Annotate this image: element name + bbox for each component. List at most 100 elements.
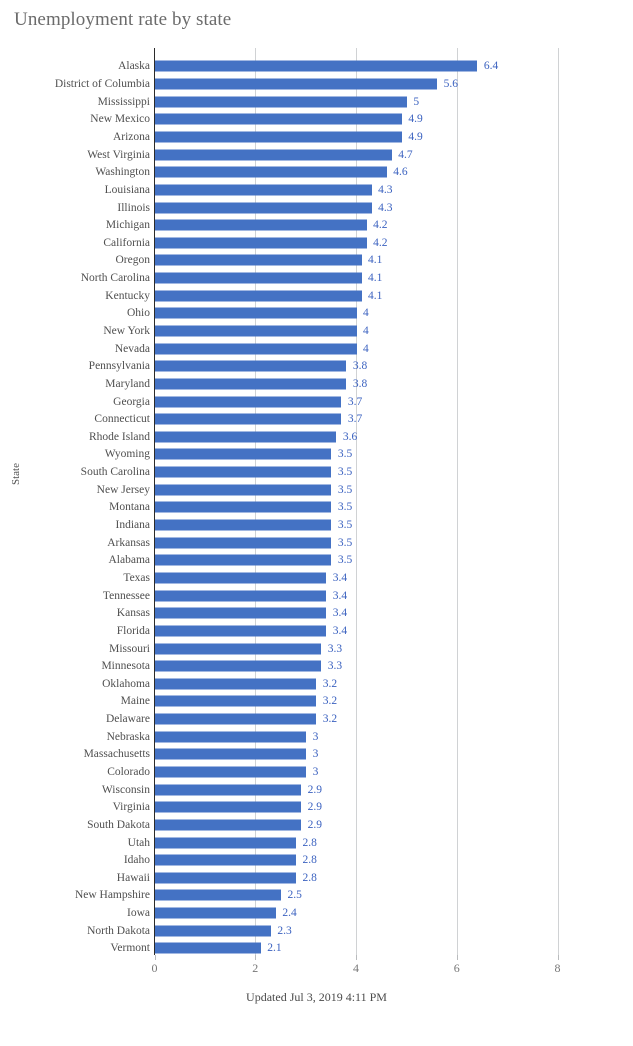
bar-row[interactable]: Rhode Island 3.6 [0,428,633,446]
bar-row[interactable]: Missouri 3.3 [0,640,633,658]
bar-row[interactable]: Vermont 2.1 [0,940,633,958]
bar[interactable] [155,184,372,196]
bar[interactable] [155,325,357,337]
bar[interactable] [155,660,322,672]
bar-row[interactable]: Virginia 2.9 [0,798,633,816]
bar[interactable] [155,713,317,725]
bar[interactable] [155,96,407,108]
bar[interactable] [155,695,317,707]
bar-row[interactable]: Alaska 6.4 [0,58,633,76]
bar[interactable] [155,854,297,866]
bar-row[interactable]: Louisiana 4.3 [0,181,633,199]
bar[interactable] [155,413,342,425]
bar[interactable] [155,748,307,760]
bar-row[interactable]: Minnesota 3.3 [0,657,633,675]
bar[interactable] [155,290,362,302]
bar[interactable] [155,78,438,90]
bar[interactable] [155,731,307,743]
bar-row[interactable]: Connecticut 3.7 [0,410,633,428]
bar-row[interactable]: Nevada 4 [0,340,633,358]
bar[interactable] [155,360,347,372]
bar-row[interactable]: South Dakota 2.9 [0,816,633,834]
bar-row[interactable]: New Jersey 3.5 [0,481,633,499]
bar[interactable] [155,801,302,813]
bar-row[interactable]: New York 4 [0,322,633,340]
bar-row[interactable]: Florida 3.4 [0,622,633,640]
bar-row[interactable]: Indiana 3.5 [0,516,633,534]
bar-row[interactable]: Oklahoma 3.2 [0,675,633,693]
bar-row[interactable]: Pennsylvania 3.8 [0,357,633,375]
bar-row[interactable]: Ohio 4 [0,305,633,323]
bar[interactable] [155,942,261,954]
bar[interactable] [155,554,332,566]
bar-row[interactable]: Maine 3.2 [0,693,633,711]
bar-row[interactable]: Iowa 2.4 [0,904,633,922]
bar-row[interactable]: Washington 4.6 [0,163,633,181]
bar[interactable] [155,872,297,884]
bar[interactable] [155,237,367,249]
bar-row[interactable]: Utah 2.8 [0,834,633,852]
bar[interactable] [155,819,302,831]
bar-row[interactable]: Georgia 3.7 [0,393,633,411]
bar[interactable] [155,501,332,513]
bar[interactable] [155,149,392,161]
bar[interactable] [155,307,357,319]
bar[interactable] [155,448,332,460]
bar[interactable] [155,131,402,143]
bar[interactable] [155,378,347,390]
bar-row[interactable]: Hawaii 2.8 [0,869,633,887]
bar[interactable] [155,907,276,919]
bar[interactable] [155,166,387,178]
bar-row[interactable]: Wisconsin 2.9 [0,781,633,799]
bar[interactable] [155,889,281,901]
bar-row[interactable]: Texas 3.4 [0,569,633,587]
bar-row[interactable]: Oregon 4.1 [0,252,633,270]
bar-row[interactable]: Kentucky 4.1 [0,287,633,305]
bar-row[interactable]: Idaho 2.8 [0,851,633,869]
bar[interactable] [155,219,367,231]
bar[interactable] [155,784,302,796]
bar-row[interactable]: North Dakota 2.3 [0,922,633,940]
bar[interactable] [155,202,372,214]
bar[interactable] [155,484,332,496]
bar[interactable] [155,537,332,549]
bar-row[interactable]: Michigan 4.2 [0,216,633,234]
bar[interactable] [155,625,327,637]
bar[interactable] [155,590,327,602]
bar[interactable] [155,519,332,531]
bar[interactable] [155,60,478,72]
bar[interactable] [155,837,297,849]
bar-row[interactable]: North Carolina 4.1 [0,269,633,287]
bar-row[interactable]: District of Columbia 5.6 [0,75,633,93]
bar[interactable] [155,607,327,619]
bar-row[interactable]: Colorado 3 [0,763,633,781]
bar[interactable] [155,466,332,478]
bar[interactable] [155,572,327,584]
bar[interactable] [155,925,271,937]
bar-row[interactable]: New Hampshire 2.5 [0,887,633,905]
bar-row[interactable]: Arizona 4.9 [0,128,633,146]
bar[interactable] [155,272,362,284]
bar[interactable] [155,766,307,778]
bar-row[interactable]: California 4.2 [0,234,633,252]
bar[interactable] [155,396,342,408]
bar-row[interactable]: New Mexico 4.9 [0,111,633,129]
bar[interactable] [155,431,337,443]
bar-row[interactable]: Delaware 3.2 [0,710,633,728]
bar-row[interactable]: Tennessee 3.4 [0,587,633,605]
bar[interactable] [155,254,362,266]
bar-row[interactable]: Alabama 3.5 [0,552,633,570]
bar-row[interactable]: Mississippi 5 [0,93,633,111]
bar-row[interactable]: South Carolina 3.5 [0,463,633,481]
bar-row[interactable]: Massachusetts 3 [0,746,633,764]
bar-row[interactable]: Maryland 3.8 [0,375,633,393]
bar-row[interactable]: Wyoming 3.5 [0,446,633,464]
bar-row[interactable]: Kansas 3.4 [0,604,633,622]
bar[interactable] [155,678,317,690]
bar[interactable] [155,343,357,355]
bar-row[interactable]: Nebraska 3 [0,728,633,746]
bar-row[interactable]: Illinois 4.3 [0,199,633,217]
bar-row[interactable]: Montana 3.5 [0,499,633,517]
bar-row[interactable]: West Virginia 4.7 [0,146,633,164]
bar[interactable] [155,643,322,655]
